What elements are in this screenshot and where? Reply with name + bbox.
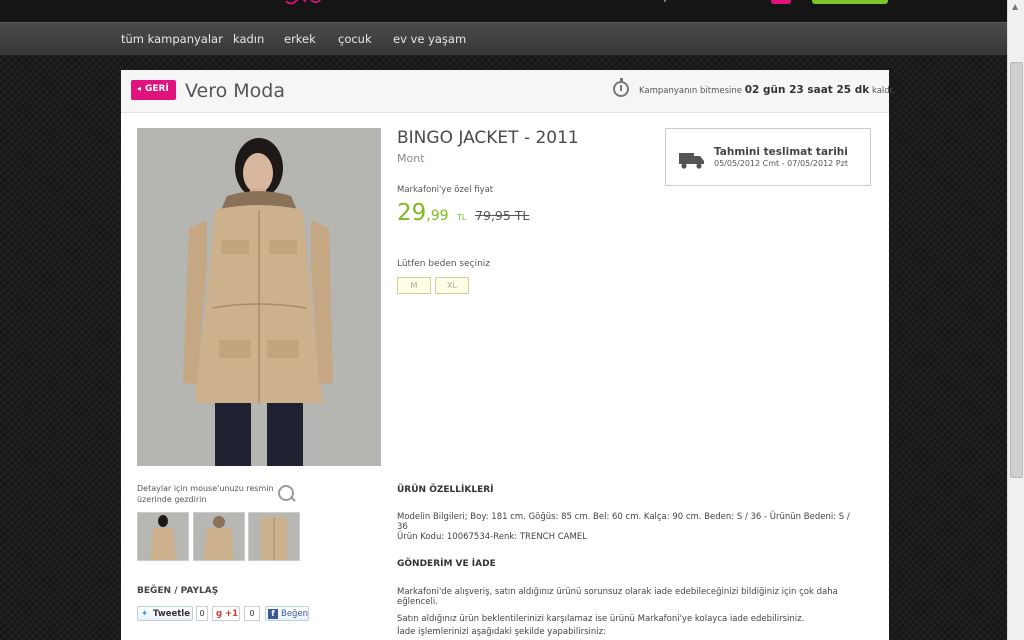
top-bar	[0, 0, 1008, 22]
model-info: Modelin Bilgileri; Boy: 181 cm. Göğüs: 8…	[397, 512, 850, 532]
product-category: Mont	[397, 152, 425, 165]
product-thumbnail[interactable]	[248, 512, 300, 561]
price-currency: TL	[457, 213, 467, 222]
countdown-value: 02 gün 23 saat 25 dk	[744, 84, 870, 96]
product-thumbnail[interactable]	[193, 512, 245, 561]
tweet-count: 0	[196, 606, 208, 621]
delivery-dates: 05/05/2012 Cmt - 07/05/2012 Pzt	[714, 159, 848, 168]
delivery-title: Tahmini teslimat tarihi	[714, 146, 848, 158]
nav-item-all-campaigns[interactable]: tüm kampanyalar	[121, 32, 223, 46]
facebook-like-button[interactable]: f Beğen	[265, 606, 309, 621]
magnifier-icon[interactable]	[278, 485, 294, 501]
google-plus-label: +1	[225, 609, 239, 619]
google-plus-button[interactable]: g +1	[212, 606, 240, 621]
size-option-m[interactable]: M	[397, 277, 431, 294]
sale-price: 29,99 TL	[397, 200, 466, 226]
countdown-suffix: kaldı.	[871, 86, 895, 96]
tweet-button[interactable]: ✦ Tweetle	[137, 606, 193, 621]
price-label: Markafoni'ye özel fiyat	[397, 185, 494, 195]
product-image[interactable]	[137, 128, 381, 466]
back-button-label: GERİ	[145, 84, 169, 94]
stopwatch-icon	[613, 78, 629, 97]
nav-item-home-living[interactable]: ev ve yaşam	[393, 32, 466, 46]
facebook-icon: f	[268, 609, 278, 619]
truck-icon	[679, 153, 704, 169]
google-plus-count: 0	[244, 606, 260, 621]
cart-badge[interactable]	[771, 0, 791, 4]
nav-item-women[interactable]: kadın	[233, 32, 264, 46]
product-code: Ürün Kodu: 10067534-Renk: TRENCH CAMEL	[397, 532, 587, 542]
product-thumbnail[interactable]	[137, 512, 189, 561]
top-separator	[664, 0, 666, 2]
returns-text-2: Satın aldığınız ürün beklentilerinizi ka…	[397, 614, 805, 624]
price-integer: 29	[397, 200, 427, 226]
site-logo[interactable]	[283, 0, 333, 9]
twitter-icon: ✦	[141, 609, 149, 619]
nav-item-kids[interactable]: çocuk	[338, 32, 372, 46]
tweet-label: Tweetle	[153, 609, 190, 619]
product-title: BINGO JACKET - 2011	[397, 128, 579, 148]
brand-name: Vero Moda	[185, 80, 285, 102]
share-title: BEĞEN / PAYLAŞ	[137, 586, 219, 596]
facebook-like-label: Beğen	[281, 609, 309, 619]
main-nav: tüm kampanyalar kadın erkek çocuk ev ve …	[0, 22, 1008, 56]
countdown-prefix: Kampanyanın bitmesine	[639, 86, 742, 96]
back-button[interactable]: ◂ GERİ	[131, 80, 176, 100]
campaign-header: ◂ GERİ Vero Moda Kampanyanın bitmesine 0…	[121, 70, 895, 113]
size-label: Lütfen beden seçiniz	[397, 259, 491, 269]
scroll-thumb[interactable]	[1010, 62, 1023, 478]
old-price: 79,95 TL	[475, 208, 530, 223]
back-arrow-icon: ◂	[137, 84, 142, 93]
nav-item-men[interactable]: erkek	[284, 32, 316, 46]
returns-text-1: Markafoni'de alışveriş, satın aldığınız …	[397, 587, 838, 607]
price-decimal: ,99	[426, 208, 449, 224]
features-heading: ÜRÜN ÖZELLİKLERİ	[397, 485, 494, 495]
scroll-up-arrow-icon[interactable]: ▲	[1012, 2, 1018, 11]
google-plus-icon: g	[216, 609, 223, 619]
campaign-countdown: Kampanyanın bitmesine 02 gün 23 saat 25 …	[639, 84, 895, 96]
returns-text-3: İade işlemlerinizi aşağıdaki şekilde yap…	[397, 627, 606, 637]
shipping-returns-heading: GÖNDERİM VE İADE	[397, 559, 496, 569]
scrollbar[interactable]: ▲	[1007, 0, 1024, 640]
size-option-xl[interactable]: XL	[435, 277, 469, 294]
account-button[interactable]	[812, 0, 888, 4]
delivery-estimate-box: Tahmini teslimat tarihi 05/05/2012 Cmt -…	[665, 128, 871, 186]
product-panel: ◂ GERİ Vero Moda Kampanyanın bitmesine 0…	[121, 70, 895, 640]
zoom-hint-text: Detaylar için mouse'unuzu resmin üzerind…	[137, 484, 274, 504]
